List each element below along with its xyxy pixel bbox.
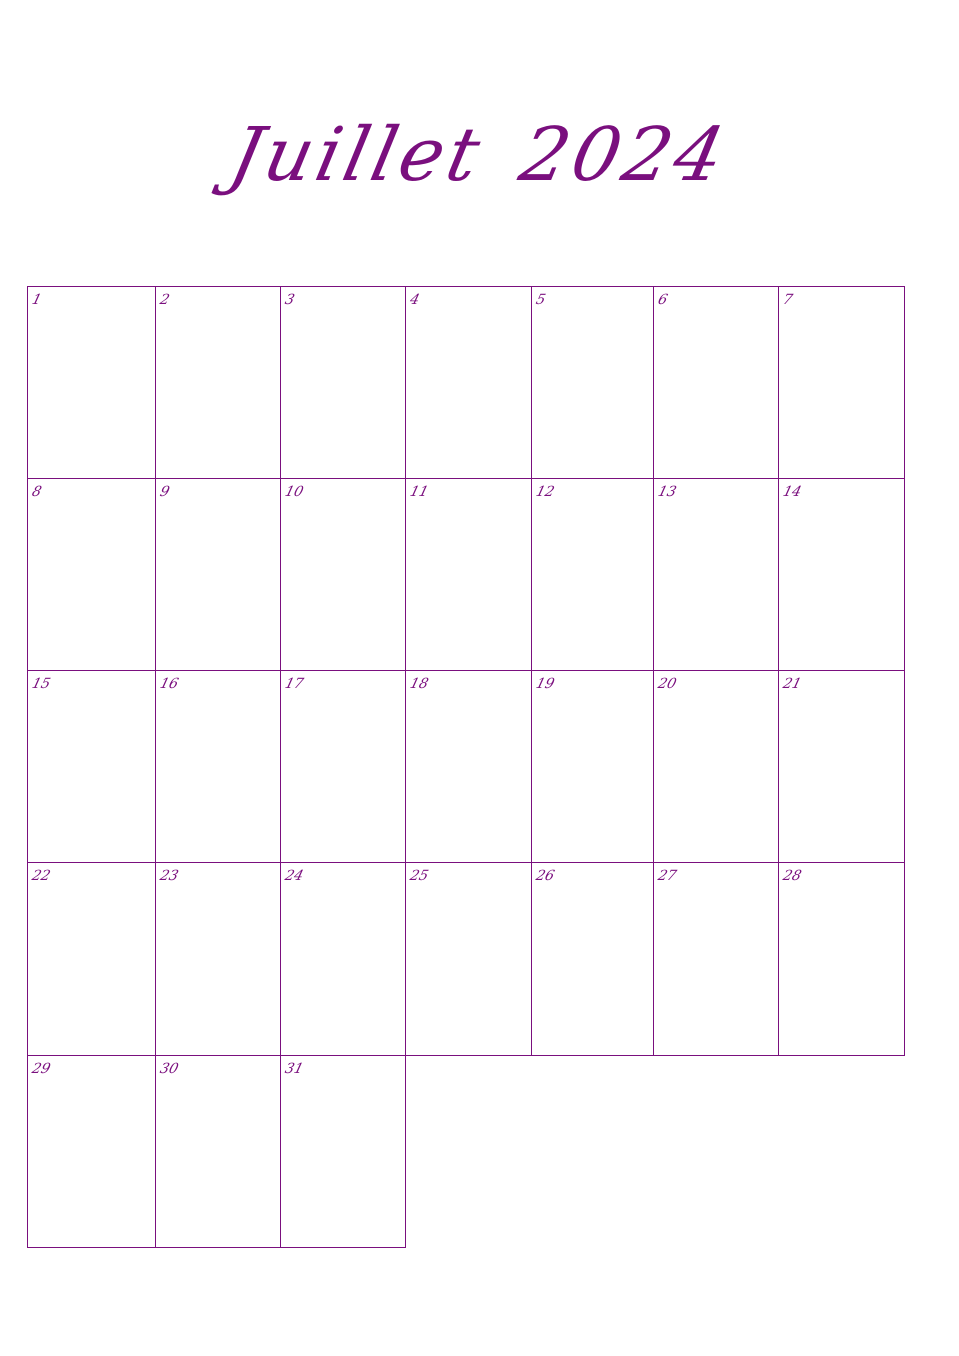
day-cell[interactable]: 7: [778, 286, 905, 479]
day-number: 14: [781, 484, 804, 500]
day-cell[interactable]: 25: [405, 862, 532, 1056]
day-number: 21: [781, 676, 804, 692]
day-number: 29: [30, 1061, 53, 1077]
day-cell[interactable]: 9: [155, 478, 281, 671]
year-label: 2024: [513, 112, 736, 198]
day-number: 5: [534, 292, 548, 308]
day-cell[interactable]: 21: [778, 670, 905, 863]
day-number: 26: [534, 868, 557, 884]
day-cell[interactable]: 28: [778, 862, 905, 1056]
day-number: 7: [781, 292, 795, 308]
day-number: 11: [408, 484, 431, 500]
day-number: 10: [283, 484, 306, 500]
day-number: 9: [158, 484, 172, 500]
day-cell[interactable]: 8: [27, 478, 156, 671]
day-number: 1: [30, 292, 44, 308]
day-number: 2: [158, 292, 172, 308]
day-number: 27: [656, 868, 679, 884]
day-cell[interactable]: 19: [531, 670, 654, 863]
day-number: 18: [408, 676, 431, 692]
day-cell[interactable]: 10: [280, 478, 406, 671]
day-cell[interactable]: 12: [531, 478, 654, 671]
day-cell[interactable]: 5: [531, 286, 654, 479]
day-number: 13: [656, 484, 679, 500]
day-cell[interactable]: 14: [778, 478, 905, 671]
day-number: 24: [283, 868, 306, 884]
day-number: 17: [283, 676, 306, 692]
day-number: 8: [30, 484, 44, 500]
day-cell[interactable]: 31: [280, 1055, 406, 1248]
month-label: Juillet: [223, 112, 492, 198]
day-number: 28: [781, 868, 804, 884]
day-cell[interactable]: 27: [653, 862, 779, 1056]
calendar-title: Juillet 2024: [0, 112, 959, 198]
day-cell[interactable]: 2: [155, 286, 281, 479]
day-cell[interactable]: 18: [405, 670, 532, 863]
day-number: 23: [158, 868, 181, 884]
day-cell[interactable]: 6: [653, 286, 779, 479]
day-cell[interactable]: 26: [531, 862, 654, 1056]
day-cell[interactable]: 24: [280, 862, 406, 1056]
day-cell[interactable]: 20: [653, 670, 779, 863]
day-cell[interactable]: 15: [27, 670, 156, 863]
day-number: 6: [656, 292, 670, 308]
day-cell[interactable]: 30: [155, 1055, 281, 1248]
day-cell[interactable]: 22: [27, 862, 156, 1056]
day-number: 16: [158, 676, 181, 692]
day-number: 19: [534, 676, 557, 692]
day-number: 3: [283, 292, 297, 308]
day-cell[interactable]: 23: [155, 862, 281, 1056]
day-number: 12: [534, 484, 557, 500]
day-cell[interactable]: 11: [405, 478, 532, 671]
day-number: 22: [30, 868, 53, 884]
day-cell[interactable]: 13: [653, 478, 779, 671]
day-number: 4: [408, 292, 422, 308]
day-number: 20: [656, 676, 679, 692]
day-cell[interactable]: 4: [405, 286, 532, 479]
day-cell[interactable]: 3: [280, 286, 406, 479]
day-cell[interactable]: 29: [27, 1055, 156, 1248]
day-cell[interactable]: 16: [155, 670, 281, 863]
day-number: 15: [30, 676, 53, 692]
day-number: 30: [158, 1061, 181, 1077]
day-number: 25: [408, 868, 431, 884]
day-cell[interactable]: 1: [27, 286, 156, 479]
day-number: 31: [283, 1061, 306, 1077]
day-cell[interactable]: 17: [280, 670, 406, 863]
